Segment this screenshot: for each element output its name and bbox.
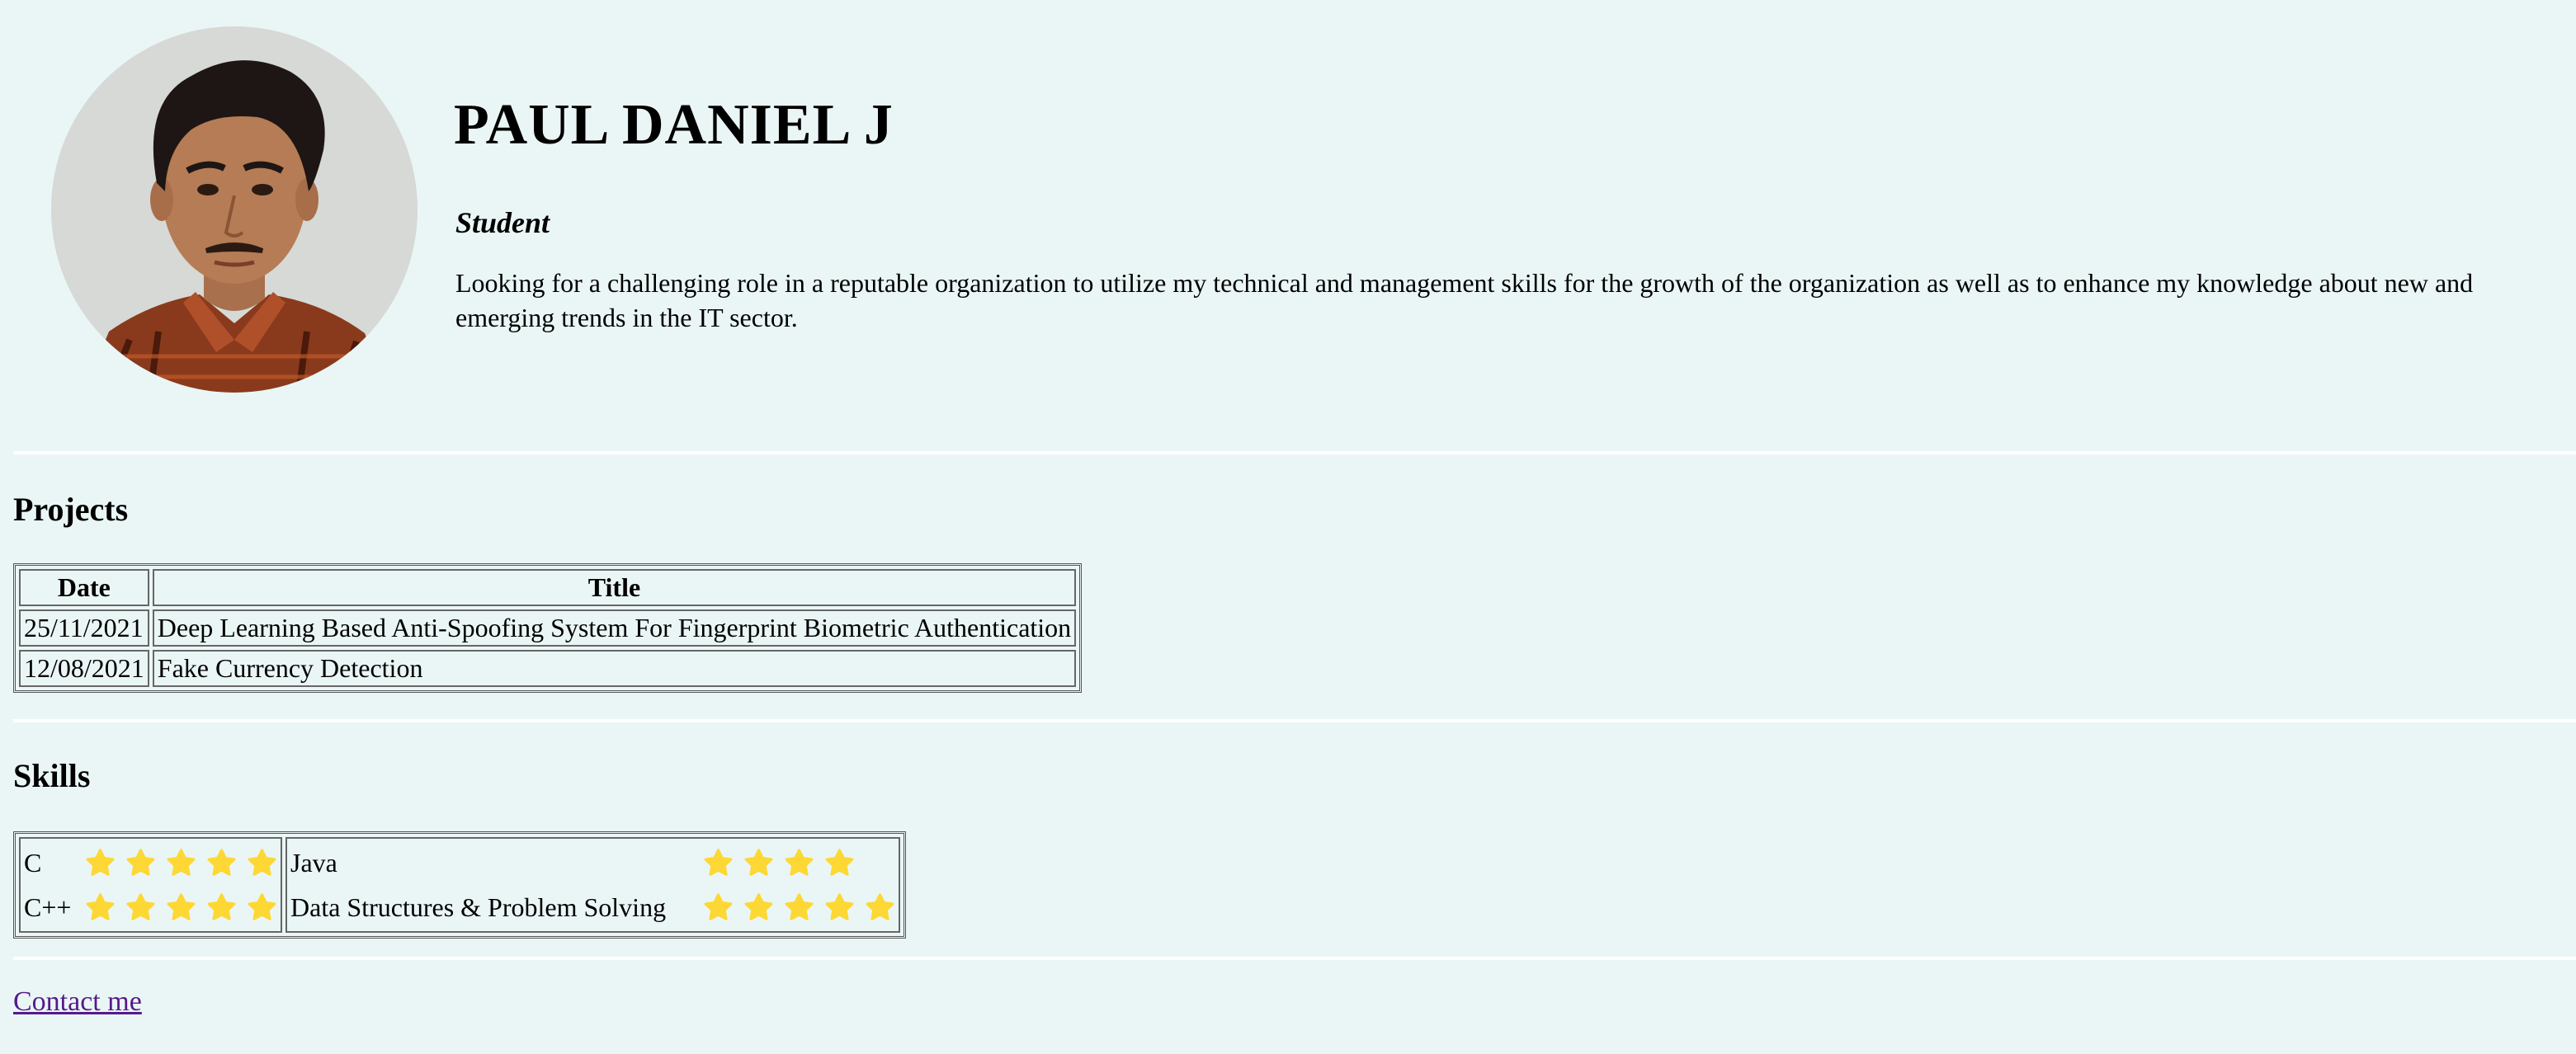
skills-column-right: Java Data Structures & Problem Solving [285, 837, 900, 933]
profile-name: PAUL DANIEL J [454, 93, 894, 157]
star-icon [744, 848, 773, 876]
star-icon [744, 892, 773, 920]
project-date: 25/11/2021 [19, 609, 149, 647]
profile-summary: Looking for a challenging role in a repu… [455, 268, 2474, 332]
skill-item: Data Structures & Problem Solving [290, 885, 895, 929]
skill-item: C++ [24, 885, 277, 929]
star-icon [825, 848, 854, 876]
contact-link[interactable]: Contact me [13, 986, 142, 1018]
skill-rating [703, 848, 855, 878]
skills-heading: Skills [13, 757, 91, 794]
section-divider [13, 719, 2576, 722]
star-icon [785, 848, 814, 876]
project-title: Deep Learning Based Anti-Spoofing System… [152, 609, 1077, 647]
star-icon [167, 848, 196, 876]
star-icon [86, 848, 115, 876]
star-icon [825, 892, 854, 920]
star-icon [866, 892, 894, 920]
star-icon [704, 848, 733, 876]
star-icon [207, 892, 236, 920]
section-divider [13, 957, 2576, 960]
star-icon [126, 848, 155, 876]
skills-row: C C++ Java Data Structures & Problem Sol… [19, 837, 900, 933]
skill-name: Data Structures & Problem Solving [290, 892, 667, 922]
table-row: 25/11/2021 Deep Learning Based Anti-Spoo… [19, 609, 1077, 647]
skills-column-left: C C++ [19, 837, 282, 933]
project-title: Fake Currency Detection [152, 650, 1077, 687]
star-icon [86, 892, 115, 920]
star-icon [126, 892, 155, 920]
star-icon [248, 848, 276, 876]
skill-name: C++ [24, 892, 72, 922]
star-icon [248, 892, 276, 920]
profile-role: Student [455, 206, 550, 239]
skill-rating [85, 848, 277, 878]
star-icon [704, 892, 733, 920]
star-icon [207, 848, 236, 876]
skill-name: C [24, 847, 42, 878]
profile-photo [51, 26, 418, 393]
section-divider [13, 451, 2576, 454]
star-icon [167, 892, 196, 920]
skill-item: Java [290, 840, 895, 885]
column-header-date: Date [19, 569, 149, 606]
skill-rating [85, 892, 277, 923]
projects-table: Date Title 25/11/2021 Deep Learning Base… [13, 563, 1083, 693]
project-date: 12/08/2021 [19, 650, 149, 687]
projects-heading: Projects [13, 491, 129, 528]
skill-item: C [24, 840, 277, 885]
skills-table: C C++ Java Data Structures & Problem Sol… [13, 831, 906, 939]
skill-rating [703, 892, 895, 923]
table-header-row: Date Title [19, 569, 1077, 606]
column-header-title: Title [152, 569, 1077, 606]
table-row: 12/08/2021 Fake Currency Detection [19, 650, 1077, 687]
star-icon [785, 892, 814, 920]
skill-name: Java [290, 847, 337, 878]
